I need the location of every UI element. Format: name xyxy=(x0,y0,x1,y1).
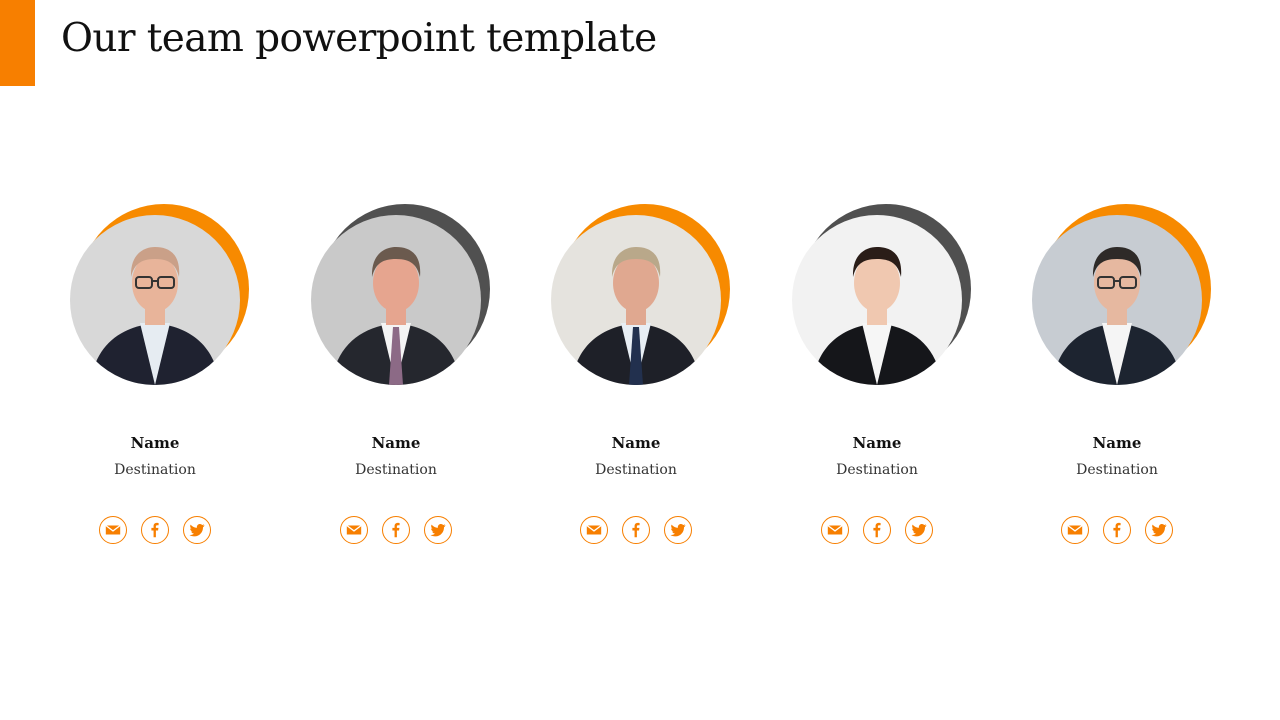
email-button[interactable] xyxy=(1061,516,1089,544)
photo-frame xyxy=(311,204,496,389)
email-icon xyxy=(1067,524,1083,535)
photo-frame xyxy=(792,204,977,389)
twitter-button[interactable] xyxy=(664,516,692,544)
email-button[interactable] xyxy=(821,516,849,544)
member-photo xyxy=(1032,215,1202,385)
photo-frame xyxy=(70,204,255,389)
member-destination: Destination xyxy=(836,462,918,478)
member-destination: Destination xyxy=(1076,462,1158,478)
member-photo xyxy=(551,215,721,385)
facebook-icon xyxy=(873,522,881,538)
team-member-card: Name Destination xyxy=(276,200,516,560)
social-links xyxy=(35,516,275,544)
facebook-icon xyxy=(632,522,640,538)
member-destination: Destination xyxy=(114,462,196,478)
twitter-icon xyxy=(189,524,205,537)
member-name: Name xyxy=(1092,434,1142,452)
social-links xyxy=(276,516,516,544)
member-photo xyxy=(792,215,962,385)
social-links xyxy=(997,516,1237,544)
twitter-button[interactable] xyxy=(1145,516,1173,544)
social-links xyxy=(757,516,997,544)
title-accent-bar xyxy=(0,0,35,86)
member-name: Name xyxy=(371,434,421,452)
photo-frame xyxy=(1032,204,1217,389)
facebook-button[interactable] xyxy=(622,516,650,544)
facebook-icon xyxy=(1113,522,1121,538)
facebook-button[interactable] xyxy=(863,516,891,544)
member-photo xyxy=(311,215,481,385)
twitter-icon xyxy=(430,524,446,537)
member-name: Name xyxy=(611,434,661,452)
email-button[interactable] xyxy=(340,516,368,544)
twitter-button[interactable] xyxy=(183,516,211,544)
email-icon xyxy=(105,524,121,535)
facebook-button[interactable] xyxy=(1103,516,1131,544)
email-icon xyxy=(586,524,602,535)
member-destination: Destination xyxy=(355,462,437,478)
facebook-button[interactable] xyxy=(382,516,410,544)
slide-title: Our team powerpoint template xyxy=(61,16,657,61)
twitter-icon xyxy=(670,524,686,537)
twitter-button[interactable] xyxy=(905,516,933,544)
member-name: Name xyxy=(852,434,902,452)
twitter-icon xyxy=(911,524,927,537)
twitter-button[interactable] xyxy=(424,516,452,544)
email-icon xyxy=(827,524,843,535)
social-links xyxy=(516,516,756,544)
team-member-card: Name Destination xyxy=(35,200,275,560)
member-destination: Destination xyxy=(595,462,677,478)
email-button[interactable] xyxy=(580,516,608,544)
member-photo xyxy=(70,215,240,385)
email-button[interactable] xyxy=(99,516,127,544)
team-member-card: Name Destination xyxy=(757,200,997,560)
team-member-card: Name Destination xyxy=(516,200,756,560)
facebook-icon xyxy=(392,522,400,538)
photo-frame xyxy=(551,204,736,389)
twitter-icon xyxy=(1151,524,1167,537)
member-name: Name xyxy=(130,434,180,452)
email-icon xyxy=(346,524,362,535)
facebook-icon xyxy=(151,522,159,538)
team-member-card: Name Destination xyxy=(997,200,1237,560)
facebook-button[interactable] xyxy=(141,516,169,544)
